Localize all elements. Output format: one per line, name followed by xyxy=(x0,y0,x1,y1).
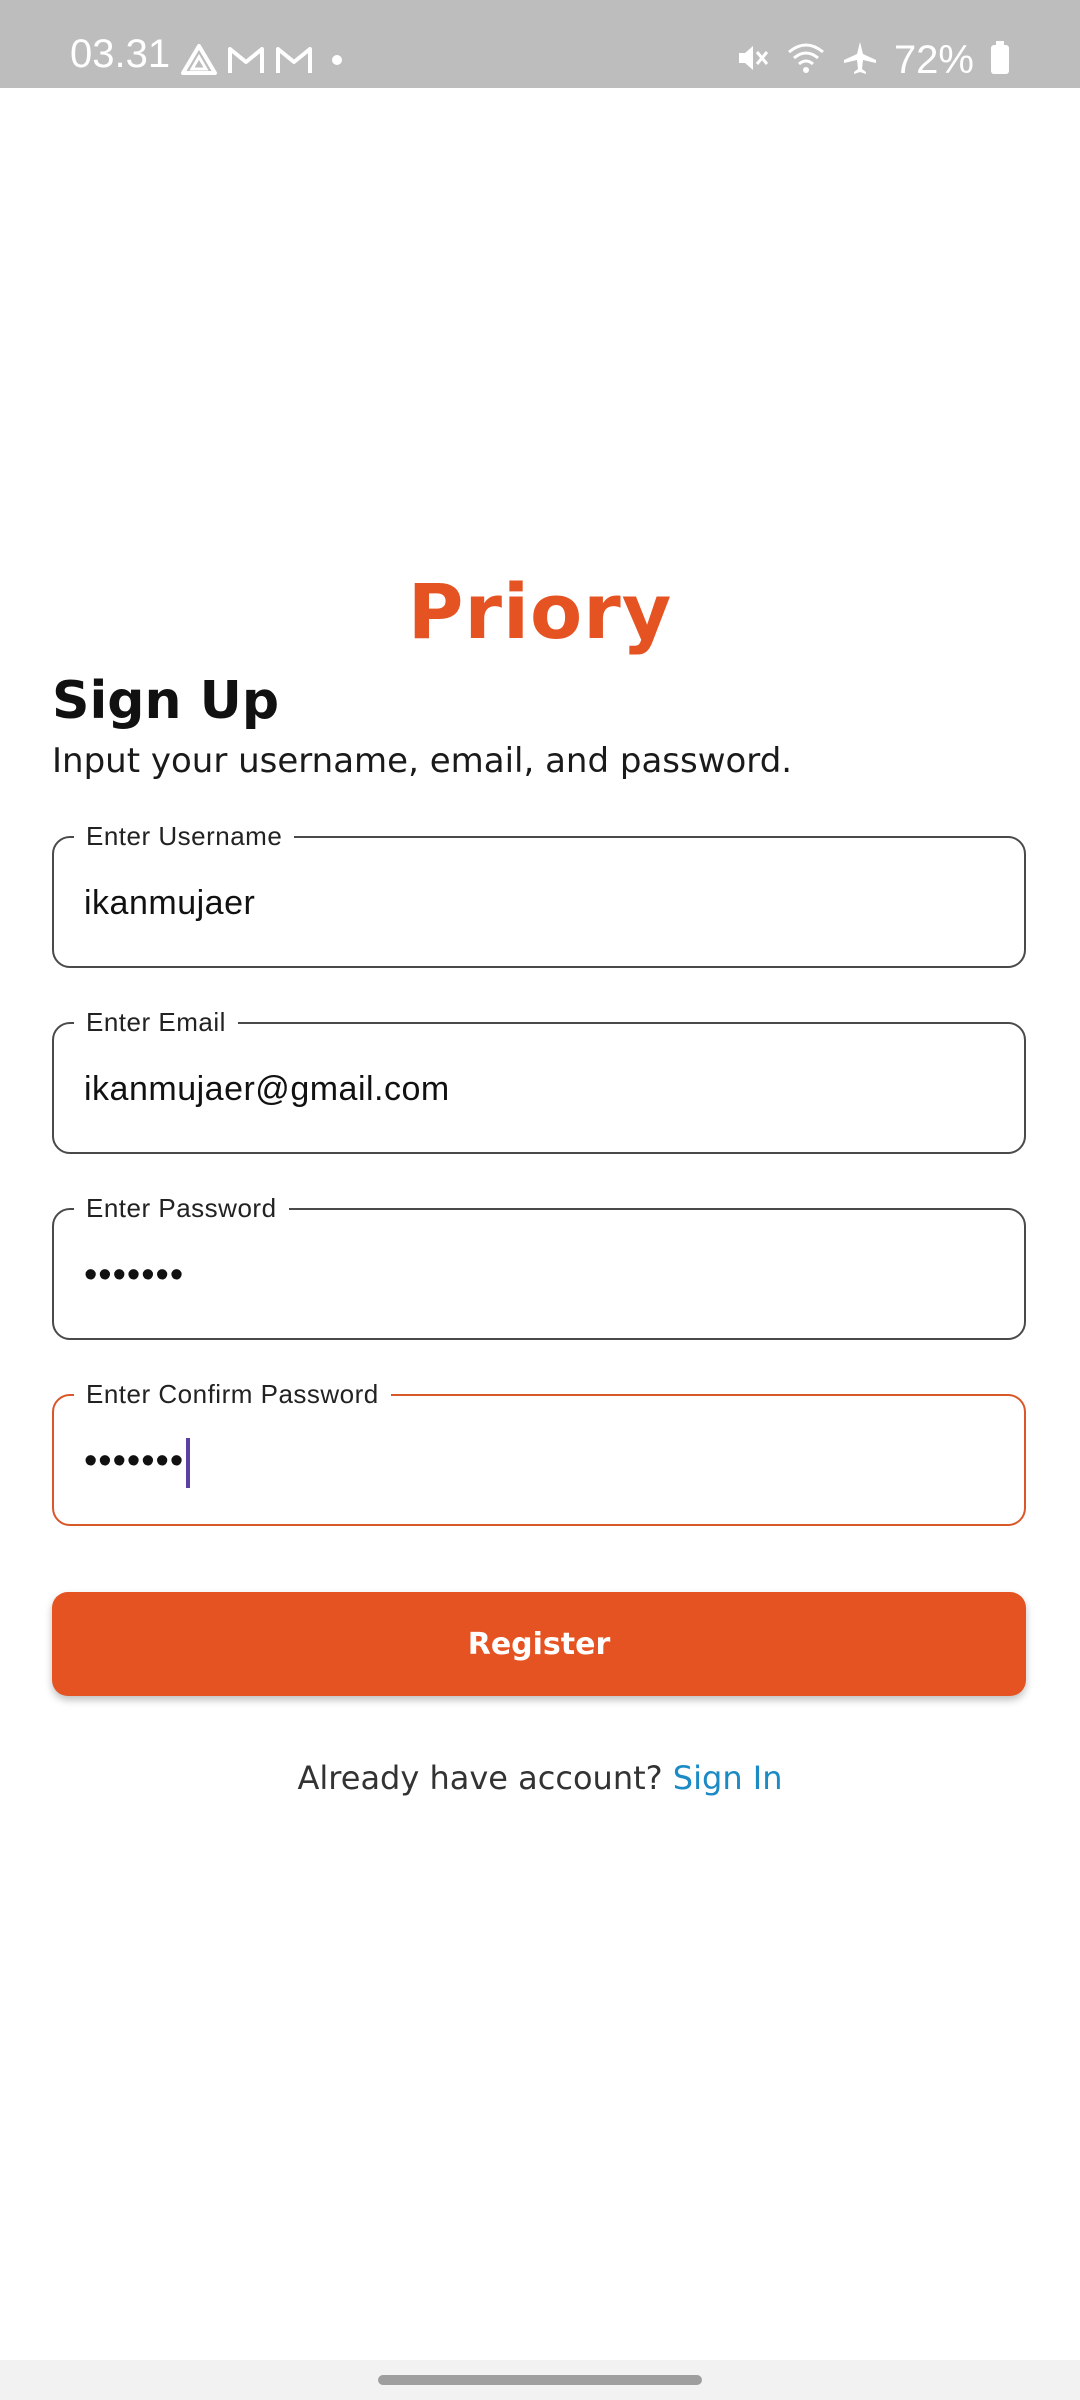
confirm-password-field[interactable]: Enter Confirm Password ••••••• xyxy=(52,1376,1026,1526)
username-label: Enter Username xyxy=(74,818,295,854)
drive-icon xyxy=(180,43,218,81)
email-label: Enter Email xyxy=(74,1004,238,1040)
signin-prompt-text: Already have account? xyxy=(297,1759,663,1797)
battery-percent: 72% xyxy=(893,37,974,82)
status-time: 03.31 xyxy=(70,32,171,76)
confirm-password-value: ••••••• xyxy=(84,1440,185,1482)
email-value[interactable]: ikanmujaer@gmail.com xyxy=(84,1064,450,1114)
app-title: Priory xyxy=(407,567,673,656)
navigation-bar xyxy=(0,2360,1080,2400)
page-title: Sign Up xyxy=(52,671,280,731)
dot-icon xyxy=(322,50,352,74)
register-button[interactable]: Register xyxy=(52,1592,1026,1696)
username-field[interactable]: Enter Username ikanmujaer xyxy=(52,818,1026,968)
password-value[interactable]: ••••••• xyxy=(84,1250,184,1300)
battery-icon xyxy=(990,41,1010,79)
signin-link[interactable]: Sign In xyxy=(673,1759,783,1797)
confirm-password-input[interactable]: ••••••• xyxy=(84,1436,191,1488)
signin-prompt-row: Already have account? Sign In xyxy=(0,1756,1080,1800)
home-gesture-handle[interactable] xyxy=(378,2375,702,2385)
confirm-password-label: Enter Confirm Password xyxy=(74,1376,391,1412)
register-button-label: Register xyxy=(467,1626,611,1662)
password-label: Enter Password xyxy=(74,1190,289,1226)
status-system-icons: 72% xyxy=(734,38,1010,82)
password-field[interactable]: Enter Password ••••••• xyxy=(52,1190,1026,1340)
email-field[interactable]: Enter Email ikanmujaer@gmail.com xyxy=(52,1004,1026,1154)
mute-icon xyxy=(734,40,770,80)
username-value[interactable]: ikanmujaer xyxy=(84,878,255,928)
gmail-icon xyxy=(226,45,266,79)
text-caret xyxy=(186,1437,191,1488)
gmail-icon xyxy=(274,45,314,79)
page-subtitle: Input your username, email, and password… xyxy=(52,741,793,781)
status-notification-icons xyxy=(180,42,352,82)
wifi-icon xyxy=(786,40,826,80)
airplane-icon xyxy=(842,40,878,80)
status-bar: 03.31 72% xyxy=(0,0,1080,88)
